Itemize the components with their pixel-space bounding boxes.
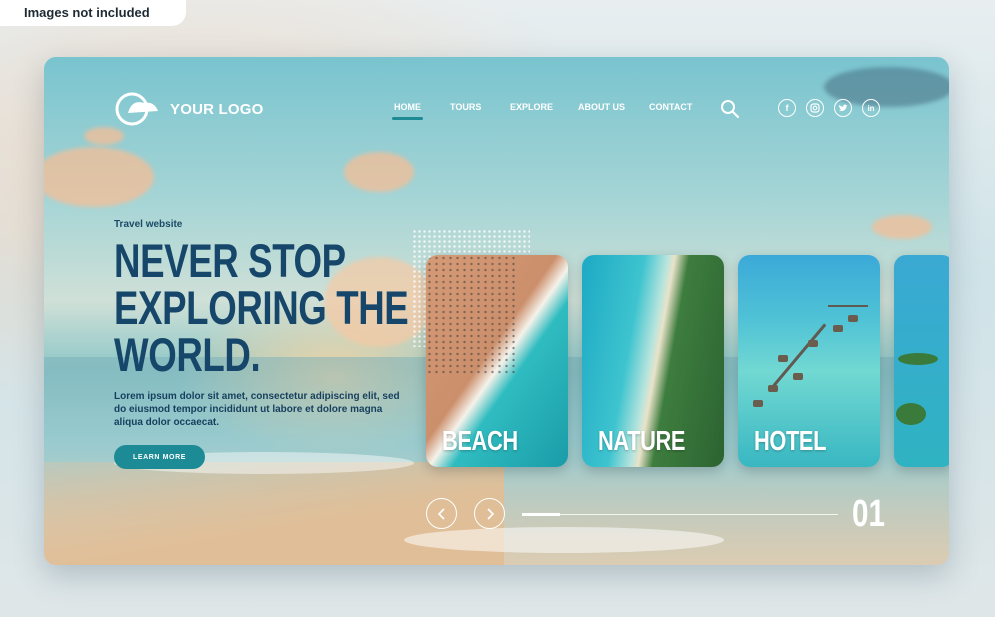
landing-page-mockup: YOUR LOGO HOME TOURS EXPLORE ABOUT US CO… — [44, 57, 949, 565]
nav-explore[interactable]: EXPLORE — [510, 102, 553, 112]
cloud — [872, 215, 932, 239]
carousel-progress-track — [522, 513, 838, 516]
headline-line: WORLD. — [114, 328, 261, 381]
beachgoers — [426, 255, 516, 375]
carousel-progress-fill — [522, 513, 560, 516]
card-island[interactable] — [894, 255, 949, 467]
nav-contact[interactable]: CONTACT — [649, 102, 692, 112]
card-nature[interactable]: NATURE — [582, 255, 724, 467]
linkedin-icon[interactable]: in — [862, 99, 880, 117]
water-villa — [753, 400, 763, 407]
logo[interactable]: YOUR LOGO — [114, 91, 263, 127]
water-villa — [793, 373, 803, 380]
images-not-included-badge: Images not included — [0, 0, 186, 26]
cloud — [84, 127, 124, 145]
cloud — [344, 152, 414, 192]
islet — [896, 403, 926, 425]
hero-description: Lorem ipsum dolor sit amet, consectetur … — [114, 391, 400, 428]
headline-line: EXPLORING THE — [114, 281, 409, 334]
chevron-left-icon — [437, 507, 445, 520]
facebook-icon[interactable]: f — [778, 99, 796, 117]
headline-line: NEVER STOP — [114, 234, 346, 287]
nav-about-us[interactable]: ABOUT US — [578, 102, 625, 112]
pier — [828, 305, 868, 307]
card-hotel[interactable]: HOTEL — [738, 255, 880, 467]
wave-foam — [404, 527, 724, 553]
card-label: BEACH — [442, 425, 518, 456]
cloud — [44, 147, 154, 207]
logo-icon — [114, 91, 160, 127]
instagram-icon[interactable] — [806, 99, 824, 117]
learn-more-button[interactable]: LEARN MORE — [114, 445, 205, 469]
card-label: NATURE — [598, 425, 686, 456]
twitter-icon[interactable] — [834, 99, 852, 117]
water-villa — [833, 325, 843, 332]
nav-tours[interactable]: TOURS — [450, 102, 481, 112]
islet — [898, 353, 938, 365]
card-label: HOTEL — [754, 425, 827, 456]
chevron-right-icon — [486, 507, 494, 520]
search-icon[interactable] — [720, 99, 740, 119]
carousel-next-button[interactable] — [474, 498, 505, 529]
water-villa — [808, 340, 818, 347]
tagline: Travel website — [114, 219, 183, 230]
logo-text: YOUR LOGO — [170, 100, 264, 118]
water-villa — [768, 385, 778, 392]
carousel-prev-button[interactable] — [426, 498, 457, 529]
hero-headline: NEVER STOP EXPLORING THE WORLD. — [114, 234, 409, 381]
card-beach[interactable]: BEACH — [426, 255, 568, 467]
slide-counter: 01 — [852, 493, 885, 535]
water-villa — [778, 355, 788, 362]
water-villa — [848, 315, 858, 322]
nav-home[interactable]: HOME — [392, 102, 423, 120]
